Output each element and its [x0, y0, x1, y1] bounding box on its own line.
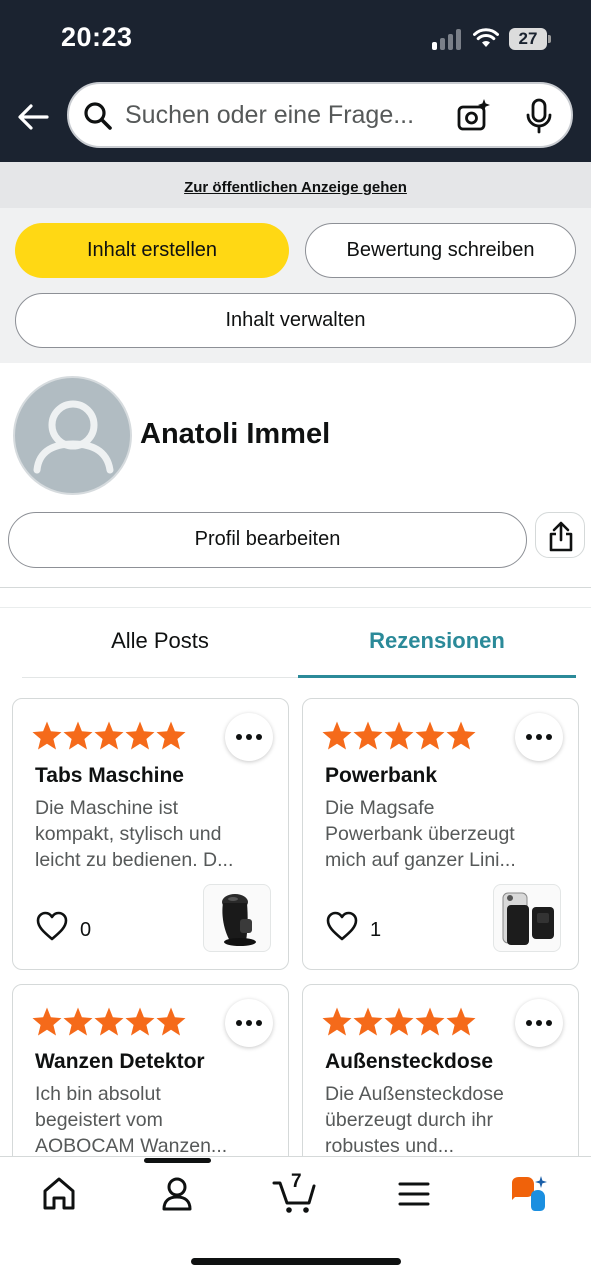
review-excerpt-line: Ich bin absolut [35, 1083, 161, 1105]
manage-content-button[interactable]: Inhalt verwalten [15, 293, 576, 348]
tab-reviews[interactable]: Rezensionen [298, 628, 576, 654]
home-indicator [191, 1258, 401, 1265]
divider [0, 607, 591, 608]
product-thumbnail[interactable] [203, 884, 271, 952]
cart-count: 7 [291, 1171, 302, 1192]
rufus-assistant-icon[interactable] [507, 1173, 549, 1215]
review-title: Tabs Maschine [35, 764, 184, 787]
star-icon [446, 1007, 476, 1036]
star-icon [322, 1007, 352, 1036]
star-icon [446, 721, 476, 750]
more-options-button[interactable] [515, 999, 563, 1047]
review-excerpt-line: Powerbank überzeugt [325, 823, 515, 845]
public-view-link[interactable]: Zur öffentlichen Anzeige gehen [184, 179, 407, 196]
review-excerpt: Die Außensteckdose überzeugt durch ihr r… [325, 1081, 555, 1159]
review-title: Außensteckdose [325, 1050, 494, 1073]
share-button[interactable] [535, 512, 585, 558]
star-icon [32, 721, 62, 750]
avatar[interactable] [13, 376, 132, 495]
action-buttons-area: Inhalt erstellen Bewertung schreiben Inh… [0, 208, 591, 363]
share-icon [549, 521, 573, 552]
more-dots-icon [236, 1020, 262, 1026]
star-icon [32, 1007, 62, 1036]
star-icon [125, 1007, 155, 1036]
status-time: 20:23 [61, 22, 133, 52]
review-card[interactable]: Powerbank Die Magsafe Powerbank überzeug… [302, 698, 579, 970]
heart-icon[interactable] [325, 910, 359, 942]
menu-icon[interactable] [393, 1173, 435, 1215]
star-icon [415, 1007, 445, 1036]
tab-underline [22, 677, 298, 678]
review-excerpt-line: Die Magsafe [325, 797, 435, 819]
star-icon [94, 1007, 124, 1036]
more-options-button[interactable] [225, 713, 273, 761]
back-arrow-icon[interactable] [16, 100, 50, 134]
star-icon [94, 721, 124, 750]
review-excerpt: Die Maschine ist kompakt, stylisch und l… [35, 795, 265, 873]
tab-all-posts[interactable]: Alle Posts [22, 628, 298, 654]
create-content-button[interactable]: Inhalt erstellen [15, 223, 289, 278]
active-tab-indicator [298, 675, 576, 678]
review-excerpt-line: überzeugt durch ihr [325, 1109, 494, 1131]
more-options-button[interactable] [225, 999, 273, 1047]
star-icon [322, 721, 352, 750]
more-options-button[interactable] [515, 713, 563, 761]
battery-icon: 27 [509, 28, 551, 50]
review-excerpt-line: begeistert vom [35, 1109, 163, 1131]
wifi-icon [473, 28, 499, 47]
profile-name: Anatoli Immel [140, 418, 331, 450]
review-excerpt-line: Die Maschine ist [35, 797, 179, 819]
home-icon[interactable] [38, 1173, 80, 1215]
more-dots-icon [526, 734, 552, 740]
microphone-icon[interactable] [524, 98, 554, 134]
cart-icon[interactable]: 7 [272, 1171, 318, 1215]
review-excerpt: Die Magsafe Powerbank überzeugt mich auf… [325, 795, 555, 873]
heart-icon[interactable] [35, 910, 69, 942]
default-user-avatar-icon [33, 400, 114, 474]
review-excerpt-line: leicht zu bedienen. D... [35, 849, 234, 871]
account-icon[interactable] [156, 1173, 198, 1215]
write-review-button[interactable]: Bewertung schreiben [305, 223, 576, 278]
powerbank-image [502, 892, 554, 945]
star-icon [156, 721, 186, 750]
review-title: Powerbank [325, 764, 438, 787]
battery-level: 27 [509, 28, 547, 50]
scroll-handle[interactable] [144, 1158, 211, 1163]
star-icon [353, 1007, 383, 1036]
review-title: Wanzen Detektor [35, 1050, 205, 1073]
more-dots-icon [236, 734, 262, 740]
product-thumbnail[interactable] [493, 884, 561, 952]
review-excerpt-line: kompakt, stylisch und [35, 823, 222, 845]
star-icon [63, 721, 93, 750]
coffee-machine-image [222, 894, 256, 946]
review-excerpt: Ich bin absolut begeistert vom AOBOCAM W… [35, 1081, 265, 1159]
review-excerpt-line: mich auf ganzer Lini... [325, 849, 516, 871]
edit-profile-button[interactable]: Profil bearbeiten [8, 512, 527, 568]
divider [0, 587, 591, 588]
more-dots-icon [526, 1020, 552, 1026]
review-excerpt-line: Die Außensteckdose [325, 1083, 504, 1105]
search-bar[interactable] [67, 82, 573, 148]
cellular-signal-icon [432, 28, 464, 50]
search-icon [84, 102, 112, 130]
top-header: 20:23 27 [0, 0, 591, 162]
public-view-strip: Zur öffentlichen Anzeige gehen [0, 162, 591, 208]
like-count: 1 [370, 919, 382, 941]
star-icon [384, 721, 414, 750]
like-count: 0 [80, 919, 92, 941]
star-icon [156, 1007, 186, 1036]
star-icon [125, 721, 155, 750]
star-icon [384, 1007, 414, 1036]
search-input[interactable] [125, 84, 445, 146]
camera-search-icon[interactable] [456, 99, 490, 133]
review-card[interactable]: Tabs Maschine Die Maschine ist kompakt, … [12, 698, 289, 970]
star-icon [353, 721, 383, 750]
star-icon [63, 1007, 93, 1036]
star-icon [415, 721, 445, 750]
